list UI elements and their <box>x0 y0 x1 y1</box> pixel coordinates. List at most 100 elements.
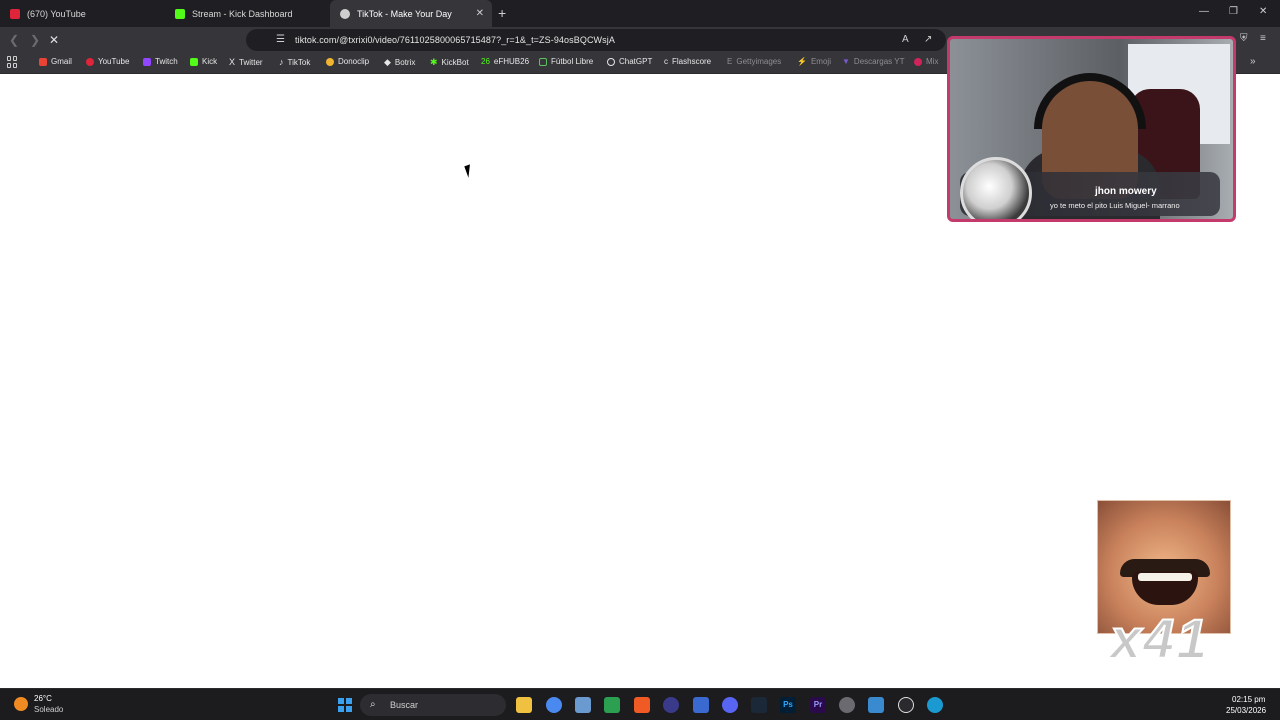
bookmark-twitter[interactable]: X Twitter <box>229 57 263 67</box>
kick-icon <box>175 8 185 19</box>
bookmark-label: KickBot <box>441 58 469 67</box>
site-info-icon[interactable]: ☰ <box>276 34 285 45</box>
bookmark-descargas-yt[interactable]: ▼ Descargas YT <box>842 57 904 66</box>
youtube-icon <box>10 8 20 19</box>
bookmark-futbol-libre[interactable]: Fútbol Libre <box>539 57 593 66</box>
notepad-icon[interactable] <box>868 697 884 713</box>
gmail-icon <box>39 57 47 66</box>
bookmark-donoclip[interactable]: Donoclip <box>326 57 369 66</box>
file-explorer-icon[interactable] <box>516 697 532 713</box>
bookmark-mix[interactable]: Mix <box>914 57 938 66</box>
media-icon[interactable] <box>663 697 679 713</box>
url-text: tiktok.com/@txrixi0/video/76110258000657… <box>295 35 615 45</box>
youtube-icon <box>86 57 94 66</box>
address-bar[interactable]: ☰ tiktok.com/@txrixi0/video/761102580006… <box>246 29 946 51</box>
bookmark-emoji[interactable]: ⚡ Emoji <box>797 57 831 66</box>
vpn-icon[interactable] <box>575 697 591 713</box>
twitch-icon <box>143 57 151 66</box>
clock-time[interactable]: 02:15 pm <box>1232 695 1265 704</box>
minimize-icon[interactable]: — <box>1199 6 1209 17</box>
close-window-icon[interactable]: ✕ <box>1259 6 1267 17</box>
efhub-icon: 26 <box>481 57 490 66</box>
bookmark-label: Fútbol Libre <box>551 57 594 66</box>
flashscore-icon: c <box>664 57 668 66</box>
sheets-icon[interactable] <box>604 697 620 713</box>
weather-status[interactable]: Soleado <box>34 705 63 714</box>
premiere-icon[interactable]: Pr <box>810 697 826 713</box>
bookmark-gmail[interactable]: Gmail <box>39 57 72 66</box>
meme-counter: x41 <box>1109 606 1210 671</box>
emoji-icon: ⚡ <box>797 57 807 66</box>
alert-avatar <box>960 157 1032 219</box>
bookmark-chatgpt[interactable]: ChatGPT <box>607 57 652 66</box>
meme-teeth <box>1138 573 1192 581</box>
taskbar-search[interactable]: ⌕ Buscar <box>360 694 506 716</box>
bookmark-label: TikTok <box>287 57 311 67</box>
chatgpt-icon <box>607 57 615 66</box>
weather-sun-icon[interactable] <box>14 697 28 711</box>
tiktok-icon: ♪ <box>279 57 284 67</box>
tab-kick-dashboard[interactable]: Stream - Kick Dashboard <box>165 0 330 27</box>
alert-username: jhon mowery <box>1095 186 1157 197</box>
bookmark-kick[interactable]: Kick <box>190 57 217 66</box>
clock-date[interactable]: 25/03/2026 <box>1226 706 1266 715</box>
menu-icon[interactable]: ≡ <box>1260 33 1266 44</box>
bookmark-label: Gettyimages <box>736 57 782 66</box>
calculator-icon[interactable] <box>693 697 709 713</box>
botrix-icon: ◆ <box>384 57 391 67</box>
gettyimages-icon: E <box>727 57 733 66</box>
weather-temperature[interactable]: 26°C <box>34 694 52 703</box>
maximize-icon[interactable]: ❐ <box>1229 6 1238 17</box>
bookmark-label: Emoji <box>810 57 831 66</box>
bookmark-label: Botrix <box>394 58 416 67</box>
kick-icon <box>190 57 198 66</box>
tab-label: Stream - Kick Dashboard <box>192 8 293 19</box>
bookmark-botrix[interactable]: ◆ Botrix <box>384 57 415 68</box>
windows-taskbar: 26°C Soleado ⌕ Buscar Ps Pr 02:15 pm 25/… <box>0 688 1280 720</box>
descargas-icon: ▼ <box>842 57 850 66</box>
bookmark-label: eFHUB26 <box>493 57 530 66</box>
translate-icon[interactable]: A <box>902 34 909 45</box>
photoshop-icon[interactable]: Ps <box>780 697 796 713</box>
bookmark-label: Gmail <box>51 57 72 66</box>
bookmark-tiktok[interactable]: ♪ TikTok <box>279 57 310 67</box>
bookmark-label: ChatGPT <box>619 57 653 66</box>
bookmark-gettyimages[interactable]: E Gettyimages <box>727 57 781 66</box>
chrome-icon[interactable] <box>546 697 562 713</box>
search-placeholder: Buscar <box>390 700 419 710</box>
bookmark-label: Mix <box>926 57 939 66</box>
more-bookmarks-icon[interactable]: » <box>1250 56 1256 67</box>
browser-tab-bar: (670) YouTube Stream - Kick Dashboard Ti… <box>0 0 1280 27</box>
settings-icon[interactable] <box>839 697 855 713</box>
player-icon[interactable] <box>898 697 914 713</box>
shield-icon[interactable]: ⛨ <box>1240 33 1248 44</box>
steam-icon[interactable] <box>751 697 767 713</box>
forward-button[interactable]: ❯ <box>30 33 40 47</box>
tab-youtube[interactable]: (670) YouTube <box>0 0 165 27</box>
bookmark-flashscore[interactable]: c Flashscore <box>664 57 711 66</box>
discord-icon[interactable] <box>722 697 738 713</box>
tab-label: (670) YouTube <box>27 8 86 19</box>
back-button[interactable]: ❮ <box>9 33 19 47</box>
tab-tiktok[interactable]: TikTok - Make Your Day ✕ <box>330 0 492 27</box>
apps-grid-icon[interactable] <box>7 56 19 68</box>
mix-icon <box>914 57 922 66</box>
new-tab-button[interactable]: + <box>498 5 506 21</box>
stop-loading-icon[interactable]: ✕ <box>49 33 59 47</box>
bookmark-label: YouTube <box>98 57 130 66</box>
futbol-icon <box>539 57 547 66</box>
bookmark-efhub26[interactable]: 26 eFHUB26 <box>481 57 529 66</box>
x-icon: X <box>229 57 236 67</box>
bookmark-label: Kick <box>202 57 218 66</box>
search-icon: ⌕ <box>370 699 376 710</box>
alert-message: yo te meto el pito Luis Miguel- marrano <box>1050 201 1180 210</box>
bookmark-youtube[interactable]: YouTube <box>86 57 129 66</box>
share-icon[interactable]: ↗ <box>924 34 932 45</box>
edge-icon[interactable] <box>927 697 943 713</box>
bookmark-kickbot[interactable]: ✱ KickBot <box>430 57 469 68</box>
start-button[interactable] <box>338 698 352 712</box>
close-tab-icon[interactable]: ✕ <box>476 8 484 19</box>
brave-icon[interactable] <box>634 697 650 713</box>
bookmark-twitch[interactable]: Twitch <box>143 57 178 66</box>
webcam-overlay: jhon mowery yo te meto el pito Luis Migu… <box>947 36 1236 222</box>
